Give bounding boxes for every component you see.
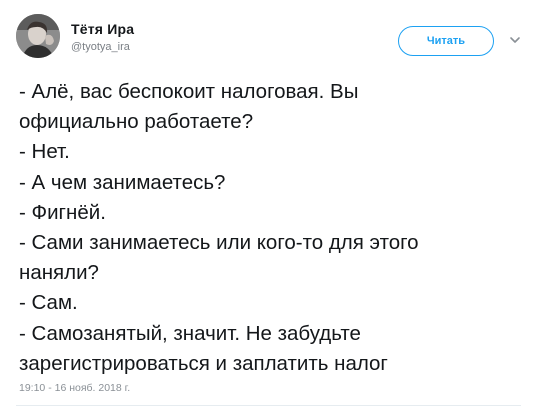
chevron-down-icon[interactable] (508, 33, 522, 47)
tweet-card: Тётя Ира @tyotya_ira Читать - Алё, вас б… (0, 0, 537, 411)
tweet-line: - Сами занимаетесь или кого-то для этого (19, 231, 419, 255)
follow-button[interactable]: Читать (398, 26, 494, 56)
tweet-line: - Алё, вас беспокоит налоговая. Вы (19, 80, 359, 103)
avatar-photo-icon (16, 14, 60, 58)
tweet-line: официально работаете? (19, 110, 254, 134)
tweet-line: зарегистрироваться и заплатить налог (19, 351, 388, 375)
tweet-line: - Сам. (19, 291, 78, 315)
tweet-line: - Самозанятый, значит. Не забудьте (19, 321, 361, 345)
tweet-line: - Нет. (19, 140, 70, 164)
tweet-line: - Фигнёй. (19, 200, 106, 224)
tweet-timestamp[interactable]: 19:10 - 16 нояб. 2018 г. (19, 382, 130, 394)
tweet-line: наняли? (19, 261, 99, 285)
tweet-line: - А чем занимаетесь? (19, 170, 226, 194)
avatar[interactable] (16, 14, 60, 58)
tweet-text: - Алё, вас беспокоит налоговая. Вы офици… (19, 77, 529, 379)
author-handle[interactable]: @tyotya_ira (71, 41, 130, 53)
author-display-name[interactable]: Тётя Ира (71, 21, 134, 37)
divider (16, 405, 521, 406)
